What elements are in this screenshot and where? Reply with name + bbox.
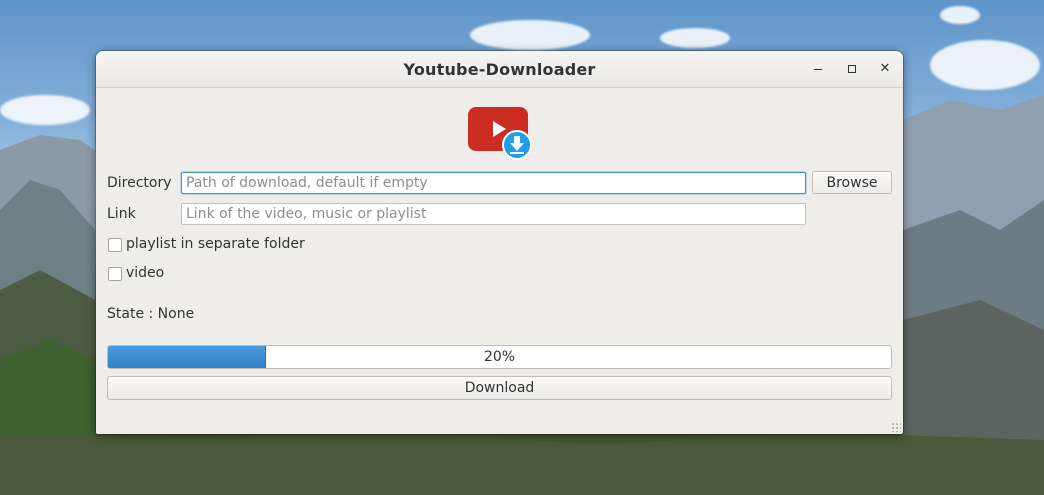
maximize-button[interactable]	[843, 60, 861, 78]
title-bar[interactable]: Youtube-Downloader ✕	[96, 51, 903, 88]
playlist-checkbox[interactable]	[108, 238, 122, 252]
maximize-icon	[848, 65, 856, 73]
link-input[interactable]	[181, 203, 806, 225]
state-text: State : None	[107, 306, 195, 322]
minimize-icon	[814, 69, 822, 70]
window-title: Youtube-Downloader	[403, 60, 596, 79]
directory-label: Directory	[107, 175, 172, 191]
youtube-download-icon	[468, 107, 532, 160]
browse-button[interactable]: Browse	[812, 171, 892, 194]
close-icon: ✕	[879, 61, 891, 76]
resize-grip[interactable]	[891, 422, 901, 432]
app-window: Youtube-Downloader ✕ Directory Browse Li…	[96, 51, 903, 434]
video-checkbox[interactable]	[108, 267, 122, 281]
minimize-button[interactable]	[809, 60, 827, 78]
video-checkbox-label[interactable]: video	[126, 265, 164, 281]
directory-input[interactable]	[181, 172, 806, 194]
playlist-checkbox-label[interactable]: playlist in separate folder	[126, 236, 305, 252]
download-button[interactable]: Download	[107, 376, 892, 400]
link-label: Link	[107, 206, 136, 222]
progress-label: 20%	[483, 349, 516, 365]
close-button[interactable]: ✕	[876, 60, 894, 78]
progress-bar: 20%	[107, 345, 892, 369]
